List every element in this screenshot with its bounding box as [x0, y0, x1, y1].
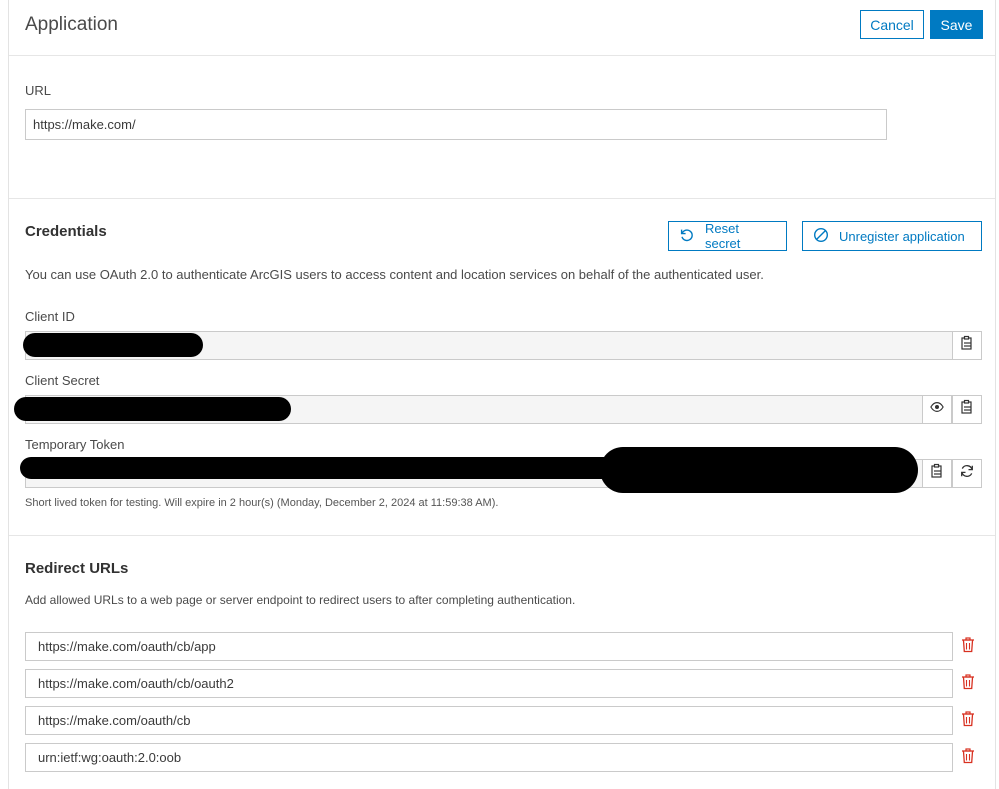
reset-secret-button[interactable]: Reset secret [668, 221, 787, 251]
refresh-token-button[interactable] [952, 459, 982, 488]
delete-redirect-url-button[interactable] [960, 636, 976, 658]
trash-icon [961, 673, 975, 695]
url-input[interactable]: https://make.com/ [25, 109, 887, 140]
token-expiry-note: Short lived token for testing. Will expi… [25, 497, 499, 509]
redirect-urls-description: Add allowed URLs to a web page or server… [25, 593, 576, 607]
show-secret-button[interactable] [922, 395, 952, 424]
trash-icon [961, 747, 975, 769]
client-id-label: Client ID [25, 309, 75, 324]
frame-border-left [8, 0, 9, 789]
clipboard-icon [959, 399, 975, 420]
clipboard-icon [929, 463, 945, 484]
header: Application Cancel Save [9, 0, 995, 56]
redacted-client-id [23, 333, 203, 357]
page-title: Application [25, 14, 118, 35]
redirect-url-input[interactable]: https://make.com/oauth/cb/oauth2 [25, 669, 953, 698]
temporary-token-label: Temporary Token [25, 437, 125, 452]
divider [9, 535, 995, 536]
copy-token-button[interactable] [922, 459, 952, 488]
redirect-urls-title: Redirect URLs [25, 560, 129, 577]
credentials-description: You can use OAuth 2.0 to authenticate Ar… [25, 267, 764, 282]
reset-icon [679, 227, 695, 246]
redirect-url-input[interactable]: https://make.com/oauth/cb [25, 706, 953, 735]
trash-icon [961, 636, 975, 658]
redacted-token-part [20, 457, 620, 479]
copy-client-id-button[interactable] [952, 331, 982, 360]
clipboard-icon [959, 335, 975, 356]
delete-redirect-url-button[interactable] [960, 747, 976, 769]
save-button[interactable]: Save [930, 10, 983, 39]
redirect-url-input[interactable]: https://make.com/oauth/cb/app [25, 632, 953, 661]
redacted-client-secret [14, 397, 291, 421]
frame-border-right [995, 0, 996, 789]
credentials-title: Credentials [25, 223, 107, 240]
unregister-application-label: Unregister application [839, 228, 965, 244]
redirect-url-input[interactable]: urn:ietf:wg:oauth:2.0:oob [25, 743, 953, 772]
delete-redirect-url-button[interactable] [960, 673, 976, 695]
url-label: URL [25, 83, 52, 98]
divider [9, 198, 995, 199]
reset-secret-label: Reset secret [705, 221, 741, 251]
cancel-button[interactable]: Cancel [860, 10, 924, 39]
refresh-icon [959, 463, 975, 484]
delete-redirect-url-button[interactable] [960, 710, 976, 732]
redacted-token-part [600, 447, 918, 493]
trash-icon [961, 710, 975, 732]
block-icon [813, 227, 829, 246]
client-secret-label: Client Secret [25, 373, 100, 388]
eye-icon [930, 400, 944, 419]
copy-client-secret-button[interactable] [952, 395, 982, 424]
unregister-application-button[interactable]: Unregister application [802, 221, 982, 251]
